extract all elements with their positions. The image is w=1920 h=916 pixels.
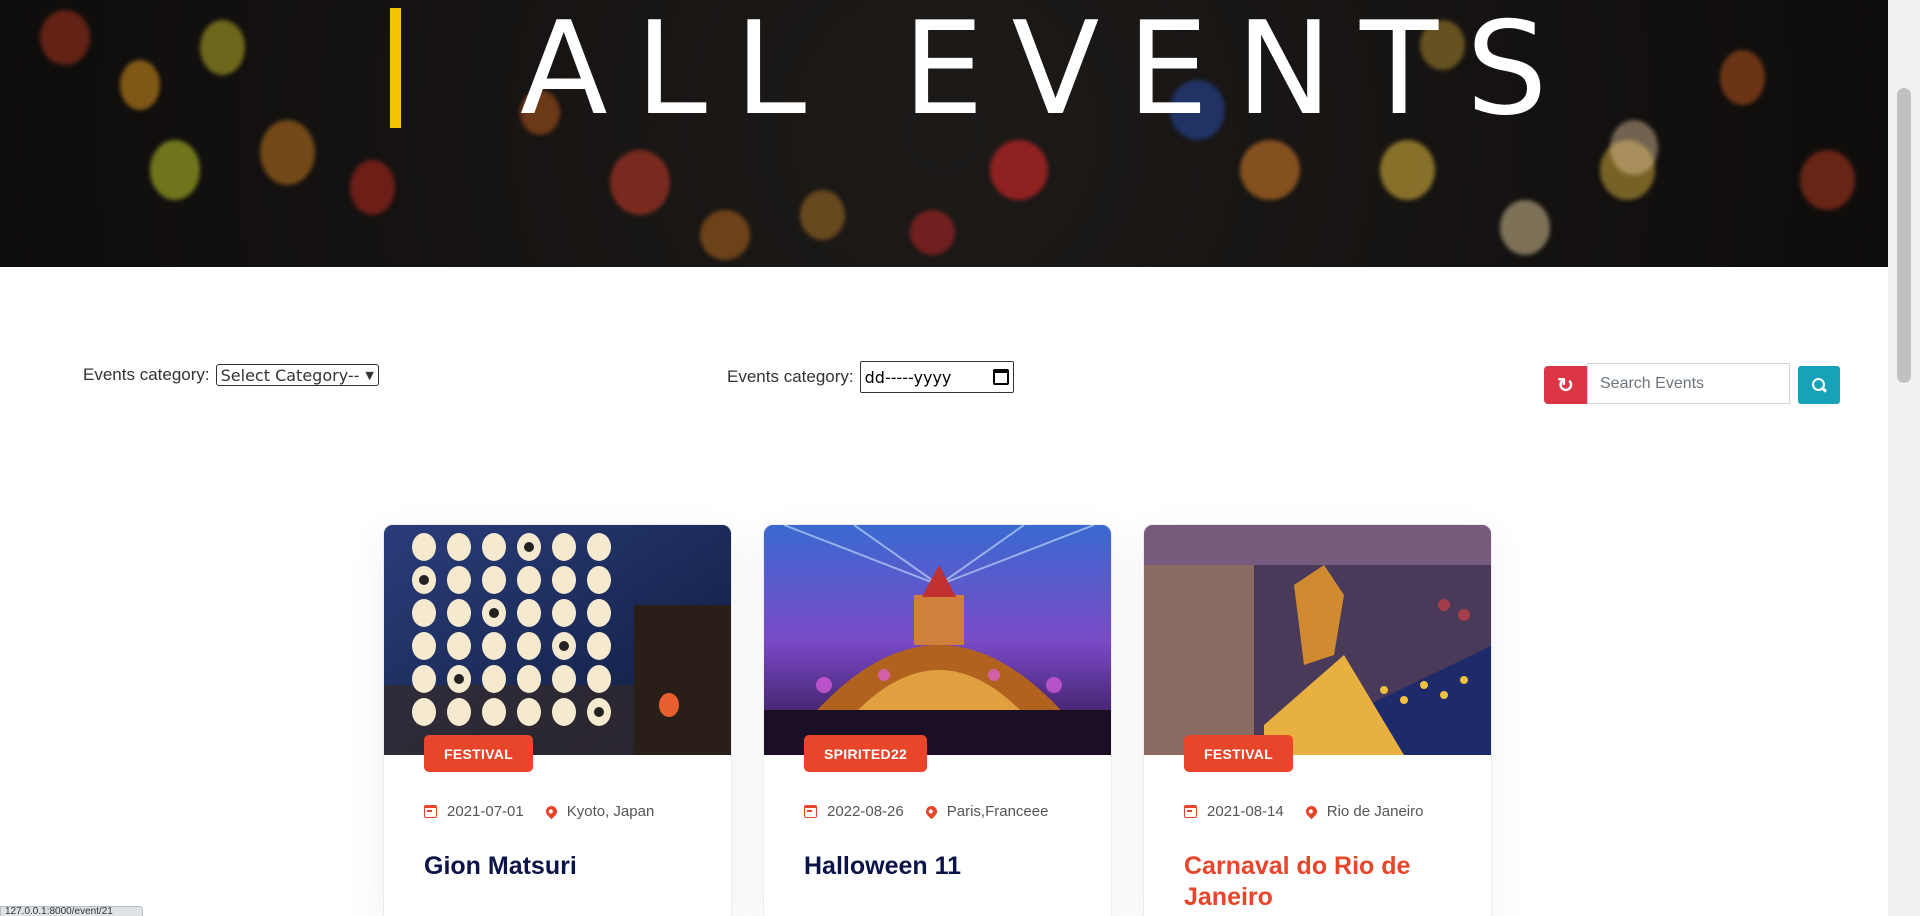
map-marker-icon	[923, 803, 940, 820]
event-location: Kyoto, Japan	[566, 803, 655, 820]
hero-banner: ALL EVENTS	[0, 0, 1888, 267]
search-input[interactable]: Search Events	[1587, 363, 1790, 404]
refresh-icon: ↻	[1557, 374, 1574, 397]
date-filter: Events category: dd-----yyyy	[727, 361, 1014, 393]
search-button[interactable]	[1798, 366, 1840, 404]
search-placeholder: Search Events	[1600, 374, 1705, 392]
event-image[interactable]	[764, 525, 1111, 755]
event-title[interactable]: Halloween 11	[804, 851, 1094, 882]
category-select[interactable]: Select Category-- ▼	[215, 364, 379, 386]
calendar-icon	[804, 805, 817, 818]
category-filter: Events category: Select Category-- ▼	[83, 364, 379, 386]
scrollbar-thumb[interactable]	[1897, 88, 1911, 383]
reset-button[interactable]: ↻	[1544, 366, 1587, 404]
event-location: Paris,Franceee	[946, 803, 1049, 820]
event-date: 2022-08-26	[827, 803, 904, 820]
event-meta: 2021-08-14 Rio de Janeiro	[1184, 803, 1445, 820]
hero-accent-bar	[390, 8, 401, 128]
status-bar-url: 127.0.0.1:8000/event/21	[0, 906, 143, 916]
category-select-value: Select Category--	[220, 365, 360, 385]
event-title[interactable]: Carnaval do Rio de Janeiro	[1184, 851, 1474, 913]
date-input-value: dd-----yyyy	[864, 367, 952, 387]
event-meta: 2022-08-26 Paris,Franceee	[804, 803, 1070, 820]
hero-title: ALL EVENTS	[520, 0, 1576, 144]
date-label: Events category:	[727, 367, 854, 386]
date-input[interactable]: dd-----yyyy	[859, 361, 1014, 393]
calendar-icon	[1184, 805, 1197, 818]
calendar-icon	[424, 805, 437, 818]
page: ALL EVENTS Events category: Select Categ…	[0, 0, 1920, 916]
category-badge[interactable]: FESTIVAL	[1184, 735, 1294, 772]
search-icon	[1812, 378, 1826, 392]
page-scrollbar[interactable]	[1888, 0, 1920, 916]
event-card[interactable]: SPIRITED22 2022-08-26 Paris,Franceee Hal…	[763, 524, 1112, 916]
event-image[interactable]	[384, 525, 731, 755]
event-card[interactable]: FESTIVAL 2021-07-01 Kyoto, Japan Gion Ma…	[383, 524, 732, 916]
event-location: Rio de Janeiro	[1326, 803, 1424, 820]
category-badge[interactable]: SPIRITED22	[804, 735, 928, 772]
map-marker-icon	[1303, 803, 1320, 820]
event-date: 2021-08-14	[1207, 803, 1284, 820]
map-marker-icon	[543, 803, 560, 820]
event-image[interactable]	[1144, 525, 1491, 755]
category-label: Events category:	[83, 365, 210, 384]
chevron-down-icon: ▼	[365, 368, 374, 382]
event-title[interactable]: Gion Matsuri	[424, 851, 714, 882]
event-card[interactable]: FESTIVAL 2021-08-14 Rio de Janeiro Carna…	[1143, 524, 1492, 916]
category-badge[interactable]: FESTIVAL	[424, 735, 534, 772]
event-meta: 2021-07-01 Kyoto, Japan	[424, 803, 676, 820]
calendar-icon[interactable]	[992, 369, 1009, 385]
event-date: 2021-07-01	[447, 803, 524, 820]
